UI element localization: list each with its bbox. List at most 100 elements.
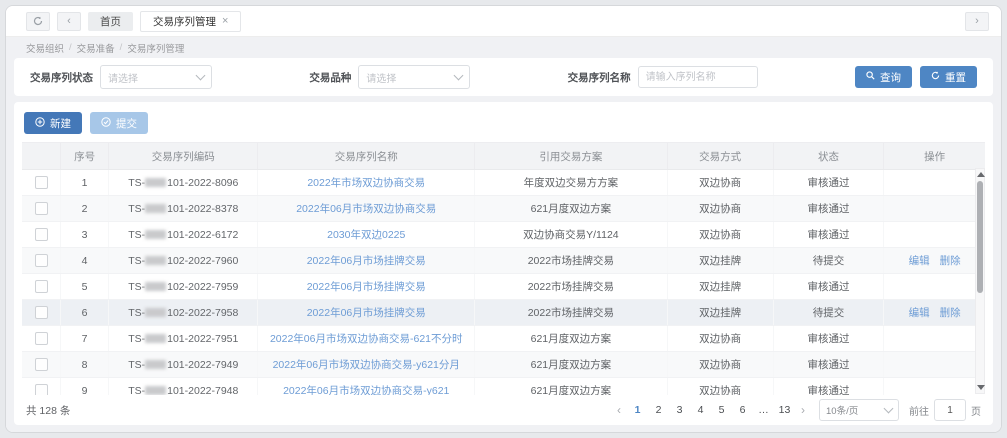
sequence-name-link[interactable]: 2022年06月市场双边协商交易 (296, 203, 436, 215)
row-checkbox[interactable] (35, 202, 48, 215)
row-scheme: 双边协商交易Y/1124 (475, 222, 668, 248)
redacted-code-segment (145, 308, 166, 317)
row-mode: 双边协商 (667, 378, 773, 396)
table-row: 5 TS-102-2022-7959 2022年06月市场挂牌交易 2022市场… (22, 274, 985, 300)
row-code: TS-102-2022-7960 (109, 248, 258, 274)
row-action-delete[interactable]: 删除 (940, 307, 961, 319)
redacted-code-segment (145, 386, 166, 395)
page-size-select[interactable]: 10条/页 (819, 399, 899, 421)
header-mode: 交易方式 (667, 143, 773, 170)
sequence-name-link[interactable]: 2022年06月市场双边协商交易-621不分时 (270, 333, 463, 345)
row-no: 8 (61, 352, 109, 378)
page-number[interactable]: 4 (692, 401, 709, 420)
back-button[interactable]: ‹ (57, 12, 81, 31)
sequence-name-link[interactable]: 2022年06月市场挂牌交易 (307, 307, 426, 319)
sequence-name-link[interactable]: 2022年06月市场挂牌交易 (307, 255, 426, 267)
goto-page-input[interactable] (934, 399, 966, 421)
row-no: 7 (61, 326, 109, 352)
row-checkbox[interactable] (35, 358, 48, 371)
row-code: TS-101-2022-7948 (109, 378, 258, 396)
forward-button[interactable]: › (965, 12, 989, 31)
row-scheme: 621月度双边方案 (475, 326, 668, 352)
row-scheme: 2022市场挂牌交易 (475, 300, 668, 326)
row-checkbox[interactable] (35, 280, 48, 293)
row-no: 6 (61, 300, 109, 326)
row-checkbox[interactable] (35, 228, 48, 241)
breadcrumb-separator: / (120, 42, 123, 53)
next-page-icon[interactable]: › (797, 403, 809, 417)
row-checkbox[interactable] (35, 254, 48, 267)
breadcrumb-item[interactable]: 交易组织 (26, 41, 64, 55)
filter-variety: 交易品种 请选择 (309, 65, 470, 89)
row-scheme: 2022市场挂牌交易 (475, 274, 668, 300)
filter-panel: 交易序列状态 请选择 交易品种 请选择 交易序列名称 (14, 58, 993, 96)
page-number[interactable]: 13 (776, 401, 793, 420)
status-select[interactable]: 请选择 (100, 65, 212, 89)
scroll-up-icon[interactable] (977, 172, 985, 177)
page-ellipsis: … (755, 401, 772, 420)
search-icon (866, 71, 875, 83)
row-status: 审核通过 (773, 222, 884, 248)
filter-actions: 查询 重置 (855, 66, 977, 88)
sequence-name-link[interactable]: 2022年06月市场双边协商交易-y621分月 (273, 359, 460, 371)
table-row: 1 TS-101-2022-8096 2022年市场双边协商交易 年度双边交易方… (22, 170, 985, 196)
page-numbers: 123456…13 (629, 401, 793, 420)
new-button[interactable]: 新建 (24, 112, 82, 134)
search-button[interactable]: 查询 (855, 66, 912, 88)
close-tab-icon[interactable]: × (222, 15, 228, 27)
row-action-delete[interactable]: 删除 (940, 255, 961, 267)
new-button-label: 新建 (50, 116, 71, 131)
row-mode: 双边挂牌 (667, 300, 773, 326)
row-status: 待提交 (773, 300, 884, 326)
row-mode: 双边挂牌 (667, 274, 773, 300)
tab-home[interactable]: 首页 (88, 12, 133, 31)
chevron-left-icon: ‹ (67, 16, 71, 27)
page-number[interactable]: 2 (650, 401, 667, 420)
page-number[interactable]: 3 (671, 401, 688, 420)
pager: ‹ 123456…13 › 10条/页 前往 页 (613, 399, 981, 421)
row-checkbox[interactable] (35, 306, 48, 319)
sequence-name-link[interactable]: 2022年市场双边协商交易 (307, 177, 425, 189)
sequence-name-input[interactable] (638, 66, 758, 88)
redacted-code-segment (145, 334, 166, 343)
row-scheme: 年度双边交易方方案 (475, 170, 668, 196)
row-status: 审核通过 (773, 274, 884, 300)
row-action-edit[interactable]: 编辑 (909, 255, 930, 267)
chevron-right-icon: › (975, 16, 979, 27)
refresh-tabs-button[interactable] (26, 12, 50, 31)
table-row: 8 TS-101-2022-7949 2022年06月市场双边协商交易-y621… (22, 352, 985, 378)
row-checkbox[interactable] (35, 176, 48, 189)
sequence-name-link[interactable]: 2030年双边0225 (327, 229, 405, 241)
scroll-down-icon[interactable] (977, 385, 985, 390)
row-scheme: 621月度双边方案 (475, 378, 668, 396)
header-actions: 操作 (884, 143, 985, 170)
row-checkbox[interactable] (35, 384, 48, 395)
reset-button[interactable]: 重置 (920, 66, 977, 88)
breadcrumb-separator: / (69, 42, 72, 53)
row-checkbox[interactable] (35, 332, 48, 345)
row-no: 1 (61, 170, 109, 196)
header-code: 交易序列编码 (109, 143, 258, 170)
row-action-edit[interactable]: 编辑 (909, 307, 930, 319)
tab-sequence-management[interactable]: 交易序列管理 × (140, 11, 241, 32)
reset-button-label: 重置 (945, 70, 966, 85)
breadcrumb-item[interactable]: 交易准备 (77, 41, 115, 55)
sequence-name-link[interactable]: 2022年06月市场挂牌交易 (307, 281, 426, 293)
table-header-row: 序号 交易序列编码 交易序列名称 引用交易方案 交易方式 状态 操作 (22, 143, 985, 170)
page-number[interactable]: 1 (629, 401, 646, 420)
page-number[interactable]: 5 (713, 401, 730, 420)
table-container: 序号 交易序列编码 交易序列名称 引用交易方案 交易方式 状态 操作 1 TS-… (22, 142, 985, 395)
prev-page-icon[interactable]: ‹ (613, 403, 625, 417)
page-number[interactable]: 6 (734, 401, 751, 420)
row-status: 待提交 (773, 248, 884, 274)
row-no: 3 (61, 222, 109, 248)
variety-filter-label: 交易品种 (309, 70, 351, 85)
submit-button[interactable]: 提交 (90, 112, 148, 134)
scrollbar-thumb[interactable] (977, 181, 983, 293)
chevron-down-icon (884, 404, 894, 414)
row-no: 5 (61, 274, 109, 300)
vertical-scrollbar[interactable] (975, 168, 985, 394)
variety-select[interactable]: 请选择 (358, 65, 470, 89)
table-row: 4 TS-102-2022-7960 2022年06月市场挂牌交易 2022市场… (22, 248, 985, 274)
sequence-name-link[interactable]: 2022年06月市场双边协商交易-y621 (283, 385, 449, 395)
